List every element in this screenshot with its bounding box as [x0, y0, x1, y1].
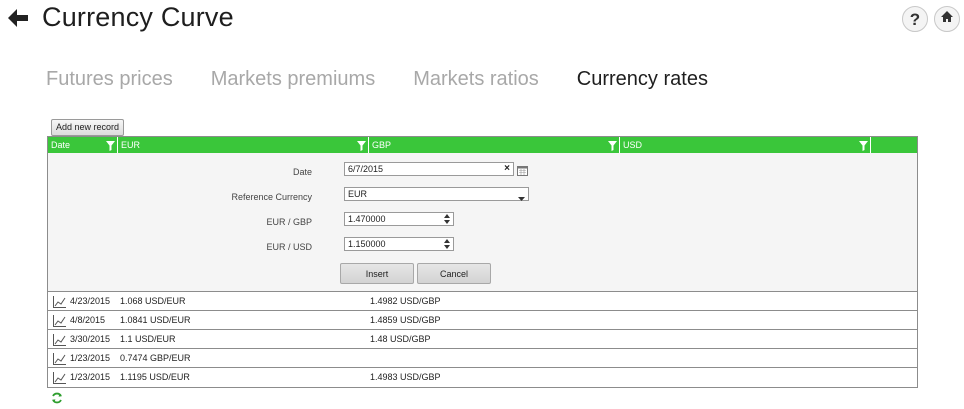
column-header-label: EUR: [121, 140, 141, 150]
add-new-record-button[interactable]: Add new record: [51, 119, 125, 136]
reference-currency-label: Reference Currency: [231, 192, 312, 202]
help-icon: ?: [909, 9, 921, 29]
cell-gbp: 1.4859 USD/GBP: [370, 315, 441, 325]
help-button[interactable]: ?: [902, 6, 928, 32]
refresh-icon[interactable]: [51, 391, 63, 404]
home-button[interactable]: [934, 6, 960, 32]
cell-gbp: 1.4982 USD/GBP: [370, 296, 441, 306]
date-label: Date: [292, 167, 312, 177]
table-row[interactable]: 4/8/2015 1.0841 USD/EUR 1.4859 USD/GBP: [48, 311, 917, 330]
filter-icon[interactable]: [106, 140, 115, 151]
column-header-usd[interactable]: USD: [620, 137, 871, 153]
currency-rates-grid: Date EUR GBP USD Date 6/7/2015 × Referen…: [47, 136, 918, 388]
table-row[interactable]: 4/23/2015 1.068 USD/EUR 1.4982 USD/GBP: [48, 292, 917, 311]
cell-eur: 0.7474 GBP/EUR: [120, 353, 191, 363]
line-chart-icon[interactable]: [53, 295, 66, 308]
cell-date: 4/8/2015: [70, 315, 106, 325]
insert-button[interactable]: Insert: [340, 263, 414, 284]
line-chart-icon[interactable]: [53, 371, 66, 384]
column-header-label: USD: [623, 140, 643, 150]
tab-currency-rates[interactable]: Currency rates: [577, 68, 708, 91]
column-header-label: Date: [51, 140, 71, 150]
line-chart-icon[interactable]: [53, 333, 66, 346]
eur-gbp-input[interactable]: 1.470000: [344, 212, 454, 226]
calendar-icon[interactable]: [517, 163, 528, 176]
filter-icon[interactable]: [859, 140, 868, 151]
grid-header: Date EUR GBP USD: [48, 137, 917, 153]
cell-date: 4/23/2015: [70, 296, 111, 306]
page-title: Currency Curve: [42, 2, 234, 32]
column-header-gbp[interactable]: GBP: [369, 137, 620, 153]
clear-icon[interactable]: ×: [504, 163, 510, 175]
cell-gbp: 1.4983 USD/GBP: [370, 372, 441, 382]
column-header-eur[interactable]: EUR: [118, 137, 369, 153]
spinner-arrows-icon[interactable]: [443, 238, 451, 250]
cell-eur: 1.0841 USD/EUR: [120, 315, 191, 325]
chevron-down-icon: [518, 192, 525, 204]
line-chart-icon[interactable]: [53, 314, 66, 327]
tab-markets-premiums[interactable]: Markets premiums: [211, 68, 375, 91]
column-header-date[interactable]: Date: [48, 137, 118, 153]
cell-date: 3/30/2015: [70, 334, 111, 344]
cell-gbp: 1.48 USD/GBP: [370, 334, 431, 344]
home-icon: [940, 10, 954, 28]
filter-icon[interactable]: [608, 140, 617, 151]
insert-record-form: Date 6/7/2015 × Reference Currency EUR E…: [48, 153, 917, 292]
tab-bar: Futures prices Markets premiums Markets …: [46, 68, 708, 91]
cell-eur: 1.1195 USD/EUR: [120, 372, 190, 382]
table-row[interactable]: 3/30/2015 1.1 USD/EUR 1.48 USD/GBP: [48, 330, 917, 349]
reference-currency-value: EUR: [348, 189, 368, 199]
eur-usd-input[interactable]: 1.150000: [344, 237, 454, 251]
column-header-label: GBP: [372, 140, 392, 150]
back-arrow-icon[interactable]: [6, 7, 30, 29]
eur-gbp-label: EUR / GBP: [266, 217, 312, 227]
cell-eur: 1.1 USD/EUR: [120, 334, 176, 344]
tab-futures-prices[interactable]: Futures prices: [46, 68, 173, 91]
date-value: 6/7/2015: [348, 164, 384, 174]
eur-usd-label: EUR / USD: [266, 242, 312, 252]
cell-date: 1/23/2015: [70, 372, 111, 382]
eur-gbp-value: 1.470000: [348, 214, 386, 224]
cell-date: 1/23/2015: [70, 353, 111, 363]
table-row[interactable]: 1/23/2015 0.7474 GBP/EUR: [48, 349, 917, 368]
tab-markets-ratios[interactable]: Markets ratios: [413, 68, 539, 91]
table-row[interactable]: 1/23/2015 1.1195 USD/EUR 1.4983 USD/GBP: [48, 368, 917, 387]
line-chart-icon[interactable]: [53, 352, 66, 365]
cell-eur: 1.068 USD/EUR: [120, 296, 186, 306]
eur-usd-value: 1.150000: [348, 239, 386, 249]
filter-icon[interactable]: [357, 140, 366, 151]
reference-currency-select[interactable]: EUR: [344, 187, 529, 201]
date-field[interactable]: 6/7/2015 ×: [344, 162, 514, 176]
cancel-button[interactable]: Cancel: [417, 263, 491, 284]
spinner-arrows-icon[interactable]: [443, 213, 451, 225]
